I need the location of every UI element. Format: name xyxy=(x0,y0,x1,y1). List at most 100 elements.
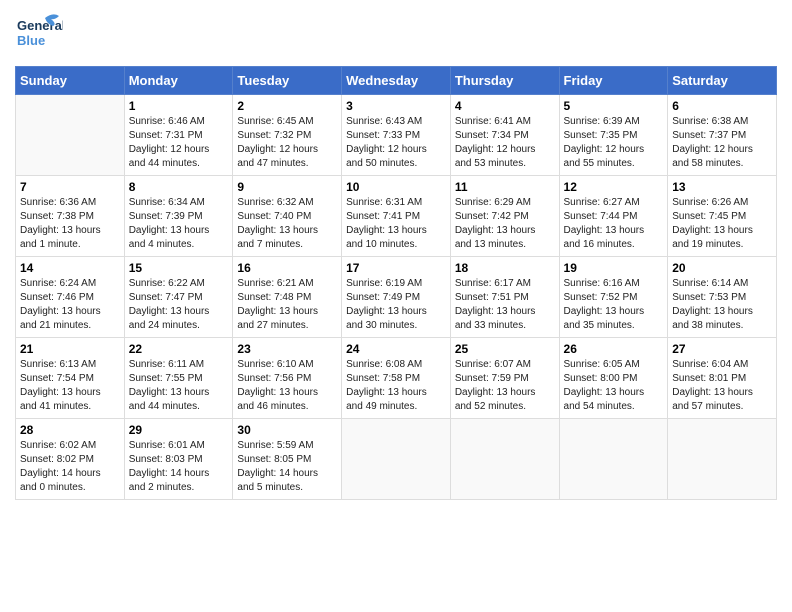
day-number: 11 xyxy=(455,180,555,194)
day-info: Sunrise: 6:17 AM Sunset: 7:51 PM Dayligh… xyxy=(455,277,555,333)
day-number: 26 xyxy=(564,342,664,356)
svg-text:Blue: Blue xyxy=(17,33,45,48)
day-number: 15 xyxy=(129,261,229,275)
day-number: 4 xyxy=(455,99,555,113)
day-info: Sunrise: 6:24 AM Sunset: 7:46 PM Dayligh… xyxy=(20,277,120,333)
calendar-day-cell: 11Sunrise: 6:29 AM Sunset: 7:42 PM Dayli… xyxy=(450,176,559,257)
calendar-day-cell: 30 Sunrise: 5:59 AM Sunset: 8:05 PM Dayli… xyxy=(233,419,342,500)
day-number: 17 xyxy=(346,261,446,275)
day-info: Sunrise: 6:34 AM Sunset: 7:39 PM Dayligh… xyxy=(129,196,229,252)
day-info: Sunrise: 6:46 AM Sunset: 7:31 PM Dayligh… xyxy=(129,115,229,171)
day-of-week-header: Thursday xyxy=(450,67,559,95)
day-number: 21 xyxy=(20,342,120,356)
calendar-day-cell: 23 Sunrise: 6:10 AM Sunset: 7:56 PM Dayli… xyxy=(233,338,342,419)
calendar-day-cell: 13 Sunrise: 6:26 AM Sunset: 7:45 PM Dayli… xyxy=(668,176,777,257)
calendar-day-cell: 6 Sunrise: 6:38 AM Sunset: 7:37 PM Daylig… xyxy=(668,95,777,176)
day-number: 3 xyxy=(346,99,446,113)
day-number: 27 xyxy=(672,342,772,356)
day-number: 7 xyxy=(20,180,120,194)
calendar-day-cell: 26 Sunrise: 6:05 AM Sunset: 8:00 PM Dayli… xyxy=(559,338,668,419)
day-number: 9 xyxy=(237,180,337,194)
calendar-day-cell: 19 Sunrise: 6:16 AM Sunset: 7:52 PM Dayli… xyxy=(559,257,668,338)
day-number: 25 xyxy=(455,342,555,356)
day-info: Sunrise: 6:38 AM Sunset: 7:37 PM Dayligh… xyxy=(672,115,772,171)
day-info: Sunrise: 6:22 AM Sunset: 7:47 PM Dayligh… xyxy=(129,277,229,333)
day-info: Sunrise: 6:27 AM Sunset: 7:44 PM Dayligh… xyxy=(564,196,664,252)
calendar-day-cell: 29 Sunrise: 6:01 AM Sunset: 8:03 PM Dayli… xyxy=(124,419,233,500)
calendar-week-row: 21 Sunrise: 6:13 AM Sunset: 7:54 PM Dayli… xyxy=(16,338,777,419)
calendar-day-cell: 1 Sunrise: 6:46 AM Sunset: 7:31 PM Daylig… xyxy=(124,95,233,176)
day-number: 16 xyxy=(237,261,337,275)
day-number: 13 xyxy=(672,180,772,194)
calendar-day-cell: 20Sunrise: 6:14 AM Sunset: 7:53 PM Dayli… xyxy=(668,257,777,338)
calendar-day-cell: 10 Sunrise: 6:31 AM Sunset: 7:41 PM Dayli… xyxy=(342,176,451,257)
calendar-day-cell xyxy=(450,419,559,500)
day-info: Sunrise: 6:08 AM Sunset: 7:58 PM Dayligh… xyxy=(346,358,446,414)
calendar-day-cell: 7Sunrise: 6:36 AM Sunset: 7:38 PM Daylig… xyxy=(16,176,125,257)
day-number: 2 xyxy=(237,99,337,113)
calendar-day-cell: 9 Sunrise: 6:32 AM Sunset: 7:40 PM Daylig… xyxy=(233,176,342,257)
day-number: 20 xyxy=(672,261,772,275)
calendar-day-cell xyxy=(668,419,777,500)
day-info: Sunrise: 6:43 AM Sunset: 7:33 PM Dayligh… xyxy=(346,115,446,171)
calendar-day-cell xyxy=(342,419,451,500)
calendar-table: SundayMondayTuesdayWednesdayThursdayFrid… xyxy=(15,66,777,500)
calendar-day-cell: 21 Sunrise: 6:13 AM Sunset: 7:54 PM Dayli… xyxy=(16,338,125,419)
day-info: Sunrise: 6:11 AM Sunset: 7:55 PM Dayligh… xyxy=(129,358,229,414)
day-info: Sunrise: 5:59 AM Sunset: 8:05 PM Dayligh… xyxy=(237,439,337,495)
page-header: General Blue xyxy=(15,10,777,58)
calendar-day-cell: 24Sunrise: 6:08 AM Sunset: 7:58 PM Dayli… xyxy=(342,338,451,419)
calendar-day-cell: 3 Sunrise: 6:43 AM Sunset: 7:33 PM Daylig… xyxy=(342,95,451,176)
day-info: Sunrise: 6:45 AM Sunset: 7:32 PM Dayligh… xyxy=(237,115,337,171)
calendar-day-cell: 18 Sunrise: 6:17 AM Sunset: 7:51 PM Dayli… xyxy=(450,257,559,338)
day-info: Sunrise: 6:05 AM Sunset: 8:00 PM Dayligh… xyxy=(564,358,664,414)
calendar-day-cell xyxy=(559,419,668,500)
svg-text:General: General xyxy=(17,18,63,33)
calendar-day-cell: 15 Sunrise: 6:22 AM Sunset: 7:47 PM Dayli… xyxy=(124,257,233,338)
day-number: 6 xyxy=(672,99,772,113)
day-info: Sunrise: 6:41 AM Sunset: 7:34 PM Dayligh… xyxy=(455,115,555,171)
day-info: Sunrise: 6:21 AM Sunset: 7:48 PM Dayligh… xyxy=(237,277,337,333)
calendar-day-cell: 16 Sunrise: 6:21 AM Sunset: 7:48 PM Dayli… xyxy=(233,257,342,338)
calendar-day-cell: 5 Sunrise: 6:39 AM Sunset: 7:35 PM Daylig… xyxy=(559,95,668,176)
day-number: 29 xyxy=(129,423,229,437)
day-info: Sunrise: 6:01 AM Sunset: 8:03 PM Dayligh… xyxy=(129,439,229,495)
day-info: Sunrise: 6:26 AM Sunset: 7:45 PM Dayligh… xyxy=(672,196,772,252)
calendar-day-cell: 22 Sunrise: 6:11 AM Sunset: 7:55 PM Dayli… xyxy=(124,338,233,419)
day-of-week-header: Saturday xyxy=(668,67,777,95)
day-number: 23 xyxy=(237,342,337,356)
day-of-week-header: Sunday xyxy=(16,67,125,95)
day-number: 8 xyxy=(129,180,229,194)
day-of-week-header: Wednesday xyxy=(342,67,451,95)
calendar-week-row: 28 Sunrise: 6:02 AM Sunset: 8:02 PM Dayli… xyxy=(16,419,777,500)
day-number: 19 xyxy=(564,261,664,275)
day-info: Sunrise: 6:10 AM Sunset: 7:56 PM Dayligh… xyxy=(237,358,337,414)
day-info: Sunrise: 6:32 AM Sunset: 7:40 PM Dayligh… xyxy=(237,196,337,252)
day-info: Sunrise: 6:39 AM Sunset: 7:35 PM Dayligh… xyxy=(564,115,664,171)
day-number: 10 xyxy=(346,180,446,194)
calendar-day-cell: 27Sunrise: 6:04 AM Sunset: 8:01 PM Dayli… xyxy=(668,338,777,419)
day-of-week-header: Tuesday xyxy=(233,67,342,95)
day-number: 5 xyxy=(564,99,664,113)
day-number: 28 xyxy=(20,423,120,437)
logo: General Blue xyxy=(15,10,63,58)
day-number: 1 xyxy=(129,99,229,113)
day-number: 12 xyxy=(564,180,664,194)
day-info: Sunrise: 6:02 AM Sunset: 8:02 PM Dayligh… xyxy=(20,439,120,495)
calendar-week-row: 14 Sunrise: 6:24 AM Sunset: 7:46 PM Dayli… xyxy=(16,257,777,338)
day-info: Sunrise: 6:19 AM Sunset: 7:49 PM Dayligh… xyxy=(346,277,446,333)
calendar-day-cell: 12 Sunrise: 6:27 AM Sunset: 7:44 PM Dayli… xyxy=(559,176,668,257)
calendar-day-cell xyxy=(16,95,125,176)
day-number: 30 xyxy=(237,423,337,437)
day-info: Sunrise: 6:16 AM Sunset: 7:52 PM Dayligh… xyxy=(564,277,664,333)
calendar-day-cell: 8 Sunrise: 6:34 AM Sunset: 7:39 PM Daylig… xyxy=(124,176,233,257)
day-info: Sunrise: 6:31 AM Sunset: 7:41 PM Dayligh… xyxy=(346,196,446,252)
day-number: 22 xyxy=(129,342,229,356)
day-info: Sunrise: 6:13 AM Sunset: 7:54 PM Dayligh… xyxy=(20,358,120,414)
calendar-day-cell: 17 Sunrise: 6:19 AM Sunset: 7:49 PM Dayli… xyxy=(342,257,451,338)
day-number: 18 xyxy=(455,261,555,275)
day-number: 14 xyxy=(20,261,120,275)
calendar-day-cell: 28 Sunrise: 6:02 AM Sunset: 8:02 PM Dayli… xyxy=(16,419,125,500)
calendar-header-row: SundayMondayTuesdayWednesdayThursdayFrid… xyxy=(16,67,777,95)
day-of-week-header: Friday xyxy=(559,67,668,95)
